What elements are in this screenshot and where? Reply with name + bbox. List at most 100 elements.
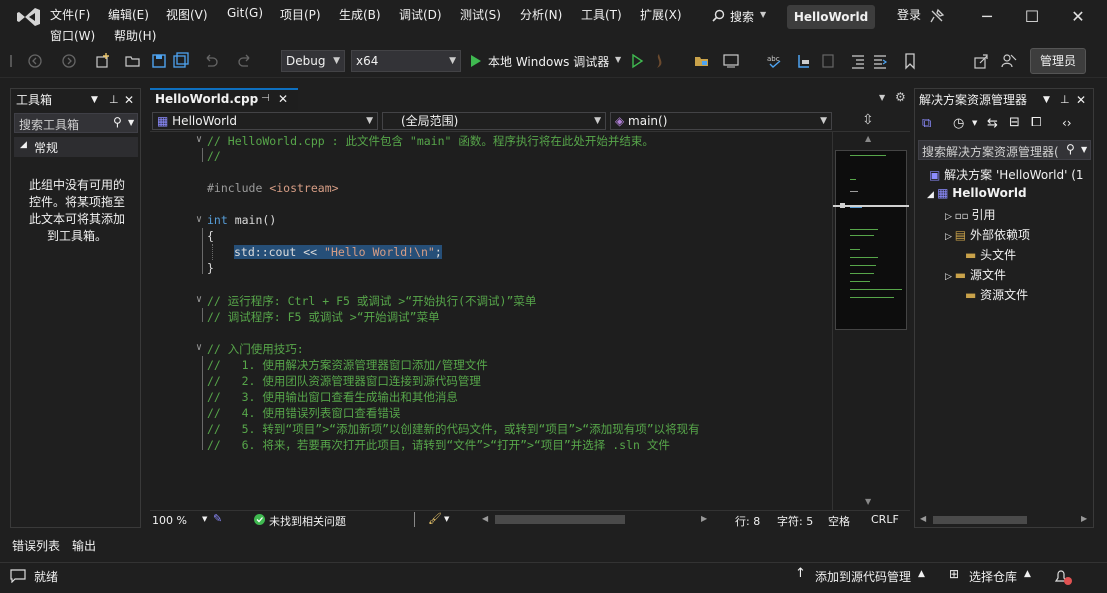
menu-tools[interactable]: 工具(T) <box>581 6 622 23</box>
undo-icon[interactable] <box>202 52 220 70</box>
window-position-chevron-icon[interactable]: ▼ <box>1043 89 1050 111</box>
menu-analyze[interactable]: 分析(N) <box>520 6 562 23</box>
member-dropdown[interactable]: ◈ main() ▼ <box>610 112 832 130</box>
global-search[interactable]: 搜索 ▼ <box>703 4 775 28</box>
pending-changes-icon[interactable]: ◷ <box>953 116 964 131</box>
sync-icon[interactable]: ⇆ <box>987 116 998 131</box>
solution-configuration-select[interactable]: Debug ▼ <box>281 50 345 72</box>
tab-output[interactable]: 输出 <box>72 537 96 554</box>
menu-build[interactable]: 生成(B) <box>339 6 381 23</box>
chevron-down-icon[interactable]: ▼ <box>1081 145 1087 154</box>
add-to-source-control-button[interactable]: 添加到源代码管理 <box>815 568 911 585</box>
maximize-button[interactable]: ☐ <box>1021 6 1043 28</box>
spell-check-icon[interactable]: abc <box>766 52 784 70</box>
scroll-right-icon[interactable]: ▶ <box>1081 514 1087 523</box>
minimize-button[interactable]: ─ <box>976 6 998 28</box>
pin-tab-icon[interactable]: ⊣ <box>261 93 270 104</box>
save-icon[interactable] <box>150 52 168 70</box>
scroll-left-icon[interactable]: ◀ <box>482 514 488 523</box>
scroll-up-icon[interactable]: ▲ <box>865 134 871 143</box>
hot-reload-icon[interactable] <box>650 52 668 70</box>
tree-external-deps-node[interactable]: ▷ ▤ 外部依赖项 <box>945 226 1030 243</box>
menu-file[interactable]: 文件(F) <box>50 6 90 23</box>
administrator-badge[interactable]: 管理员 <box>1030 48 1086 74</box>
redo-icon[interactable] <box>236 52 254 70</box>
show-all-files-icon[interactable]: ⧠ <box>1031 115 1041 130</box>
close-window-button[interactable]: ✕ <box>1067 6 1089 28</box>
zoom-select[interactable]: 100 % ▼ <box>152 513 210 527</box>
step-over-icon[interactable] <box>819 52 837 70</box>
intellicode-icon[interactable]: ✎ <box>213 512 222 525</box>
new-project-icon[interactable] <box>94 52 112 70</box>
account-pin-icon[interactable] <box>929 8 945 24</box>
line-indicator[interactable]: 行: 8 <box>735 513 760 529</box>
save-all-icon[interactable] <box>172 52 190 70</box>
menu-git[interactable]: Git(G) <box>227 6 263 20</box>
login-link[interactable]: 登录 <box>897 6 921 23</box>
minimap-scrollbar[interactable]: ▲ ▼ <box>832 132 910 510</box>
search-icon[interactable]: ⚲ <box>113 115 122 129</box>
horizontal-scroll-thumb[interactable] <box>495 515 625 524</box>
tree-resource-files-node[interactable]: ▬ 资源文件 <box>965 286 1028 303</box>
chevron-down-icon[interactable]: ▼ <box>972 119 977 127</box>
menu-extensions[interactable]: 扩展(X) <box>640 6 682 23</box>
code-cleanup-brush-icon[interactable]: 🖌 <box>428 512 442 525</box>
open-file-icon[interactable] <box>124 52 142 70</box>
scroll-left-icon[interactable]: ◀ <box>920 514 926 523</box>
collapse-all-icon[interactable]: ⊟ <box>1009 115 1020 130</box>
scope-dropdown[interactable]: (全局范围) ▼ <box>382 112 606 130</box>
navigate-forward-icon[interactable] <box>60 52 78 70</box>
step-into-icon[interactable] <box>795 52 813 70</box>
scroll-down-icon[interactable]: ▼ <box>865 497 871 506</box>
solution-folder-icon[interactable] <box>693 52 711 70</box>
toolbox-group-general[interactable]: ◢ 常规 <box>14 137 138 157</box>
solution-search-input[interactable]: 搜索解决方案资源管理器( ⚲ ▼ <box>918 140 1091 160</box>
fold-toggle-icon[interactable]: ∨ <box>196 214 202 225</box>
scroll-right-icon[interactable]: ▶ <box>701 514 707 523</box>
close-solution-explorer-icon[interactable]: ✕ <box>1076 89 1086 111</box>
tab-helloworld-cpp[interactable]: HelloWorld.cpp ⊣ ✕ <box>150 88 298 110</box>
notification-message-icon[interactable] <box>10 569 26 583</box>
select-repository-button[interactable]: 选择仓库 <box>969 568 1017 585</box>
switch-views-icon[interactable]: ⧉ <box>922 116 931 131</box>
fold-toggle-icon[interactable]: ∨ <box>196 134 202 145</box>
tab-error-list[interactable]: 错误列表 <box>12 537 60 554</box>
settings-gear-icon[interactable]: ⚙ <box>895 90 906 104</box>
chevron-down-icon[interactable]: ▼ <box>128 118 134 127</box>
tree-header-files-node[interactable]: ▬ 头文件 <box>965 246 1016 263</box>
tab-list-chevron-icon[interactable]: ▼ <box>879 93 885 102</box>
fold-toggle-icon[interactable]: ∨ <box>196 342 202 353</box>
menu-view[interactable]: 视图(V) <box>166 6 208 23</box>
menu-project[interactable]: 项目(P) <box>280 6 321 23</box>
line-ending-indicator[interactable]: CRLF <box>871 513 899 526</box>
start-debugging-button[interactable]: 本地 Windows 调试器 ▼ <box>467 50 625 72</box>
pin-icon[interactable]: ⊥ <box>1060 89 1070 111</box>
tree-solution-node[interactable]: ▣ 解决方案 'HelloWorld' (1 <box>929 166 1091 183</box>
live-share-icon[interactable] <box>1000 52 1018 70</box>
menu-window[interactable]: 窗口(W) <box>50 27 95 44</box>
browser-link-icon[interactable] <box>722 52 740 70</box>
horizontal-scroll-thumb[interactable] <box>933 516 1027 524</box>
tree-references-node[interactable]: ▷ ▫▫ 引用 <box>945 206 996 223</box>
project-dropdown[interactable]: ▦ HelloWorld ▼ <box>152 112 378 130</box>
chevron-up-icon[interactable]: ▲ <box>1024 569 1031 579</box>
indent-icon[interactable] <box>871 52 889 70</box>
pin-icon[interactable]: ⊥ <box>109 89 119 111</box>
code-view-icon[interactable]: ‹› <box>1062 116 1072 130</box>
whitespace-indicator[interactable]: 空格 <box>828 513 850 529</box>
menu-edit[interactable]: 编辑(E) <box>108 6 149 23</box>
start-without-debugging-icon[interactable] <box>628 52 646 70</box>
column-indicator[interactable]: 字符: 5 <box>777 513 813 529</box>
fold-toggle-icon[interactable]: ∨ <box>196 294 202 305</box>
menu-test[interactable]: 测试(S) <box>460 6 501 23</box>
chevron-up-icon[interactable]: ▲ <box>918 569 925 579</box>
bookmark-icon[interactable] <box>901 52 919 70</box>
menu-help[interactable]: 帮助(H) <box>114 27 156 44</box>
close-tab-icon[interactable]: ✕ <box>278 92 288 106</box>
tree-source-files-node[interactable]: ▷ ▬ 源文件 <box>945 266 1006 283</box>
menu-debug[interactable]: 调试(D) <box>399 6 442 23</box>
tree-project-node[interactable]: ◢ ▦ HelloWorld <box>927 186 1027 200</box>
toolbox-search-input[interactable]: 搜索工具箱 ⚲ ▼ <box>14 113 138 133</box>
close-toolbox-icon[interactable]: ✕ <box>124 89 134 111</box>
split-editor-icon[interactable]: ⇳ <box>862 112 874 128</box>
